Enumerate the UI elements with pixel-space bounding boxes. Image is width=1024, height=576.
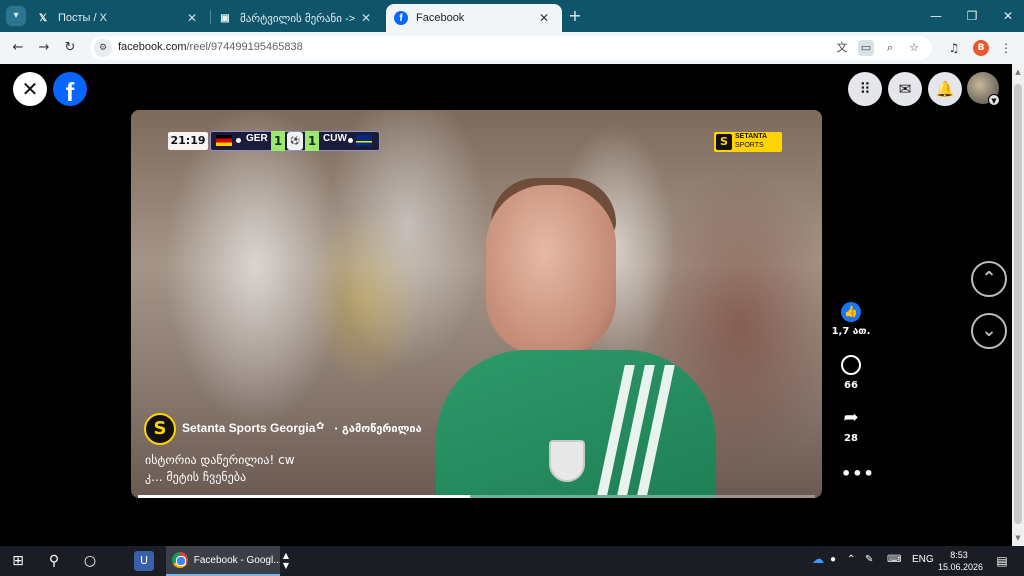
profile-avatar-button[interactable]: B [973, 40, 989, 56]
like-icon[interactable]: 👍 [841, 302, 861, 322]
match-clock: 21:19 [168, 132, 208, 150]
notifications-bell-icon[interactable]: 🔔 [928, 72, 962, 106]
more-options-icon[interactable]: ••• [841, 464, 874, 483]
back-button[interactable]: ← [8, 38, 28, 58]
taskbar-app-label: Facebook - Googl... [193, 554, 280, 566]
broadcaster-line1: SETANTA [735, 133, 768, 140]
away-team: CUW [323, 133, 347, 144]
account-caret-icon[interactable]: ▼ [988, 94, 1000, 106]
language-indicator[interactable]: ENG [912, 554, 934, 565]
close-reel-button[interactable]: ✕ [13, 72, 47, 106]
caption-line1: ისტორია დაწერილია! cw [145, 453, 295, 467]
scroll-up-arrow-icon[interactable]: ▲ [1014, 68, 1022, 76]
broadcaster-line2: SPORTS [735, 142, 764, 149]
restore-button[interactable]: ❐ [952, 0, 992, 32]
messenger-icon[interactable]: ✉ [888, 72, 922, 106]
reload-button[interactable]: ↻ [60, 38, 80, 58]
chrome-icon [172, 552, 188, 568]
home-score: 1 [271, 131, 285, 151]
x-icon: 𝕏 [38, 12, 48, 24]
pen-icon[interactable]: ✎ [865, 554, 873, 565]
scroll-thumb[interactable] [1014, 84, 1022, 524]
comment-count: 66 [844, 380, 858, 391]
tab-facebook[interactable]: f Facebook ✕ [386, 4, 562, 32]
tab-close-icon[interactable]: ✕ [536, 11, 552, 25]
channel-avatar[interactable]: S [144, 413, 176, 445]
forward-button[interactable]: → [34, 38, 54, 58]
scroll-down-arrow-icon[interactable]: ▼ [1014, 534, 1022, 542]
curacao-flag-icon [356, 135, 372, 146]
tab-close-icon[interactable]: ✕ [358, 11, 374, 25]
site-info-icon[interactable]: ⚙ [94, 39, 112, 57]
windows-taskbar: ⊞ ⚲ ○ U Facebook - Googl... ▲ ▼ ☁ ● ⌃ ✎ ⌨… [0, 546, 1024, 576]
tab-title: Посты / X [58, 12, 107, 24]
onedrive-icon[interactable]: ☁ [812, 552, 824, 566]
tab-close-icon[interactable]: ✕ [184, 11, 200, 25]
tab-title: Facebook [416, 12, 465, 24]
next-reel-button[interactable]: ⌄ [971, 313, 1007, 349]
translate-icon[interactable]: 文 [834, 40, 850, 56]
verified-badge-icon: ✿ [316, 421, 325, 432]
notification-center-icon[interactable]: ▤ [992, 551, 1012, 571]
caption-see-more[interactable]: კ... მეტის ჩვენება [145, 470, 246, 484]
url-text[interactable]: facebook.com/reel/974499195465838 [118, 41, 303, 53]
app-icon[interactable]: U [134, 551, 154, 571]
facebook-logo-icon[interactable]: f [53, 72, 87, 107]
video-progress-fill [138, 495, 470, 498]
comment-icon[interactable] [841, 355, 861, 375]
team-dot [236, 138, 241, 143]
away-score: 1 [305, 131, 319, 151]
search-icon[interactable]: ⚲ [44, 551, 64, 571]
germany-flag-icon [216, 135, 232, 146]
player-head [486, 185, 616, 355]
taskbar-chrome-app[interactable]: Facebook - Googl... [166, 546, 280, 576]
menu-icon[interactable]: ⋮ [996, 38, 1016, 58]
tab-martvili[interactable]: ▣ მარტვილის მერანი -> თბილ ✕ [210, 4, 384, 32]
clock-date: 15.06.2026 [938, 562, 984, 572]
page-icon: ▣ [220, 12, 230, 24]
task-view-icon[interactable]: ○ [80, 551, 100, 571]
like-count: 1,7 ათ. [831, 326, 871, 337]
keyboard-icon[interactable]: ⌨ [887, 554, 901, 565]
address-bar[interactable]: ⚙ facebook.com/reel/974499195465838 文 ▭ … [90, 36, 932, 60]
url-host: facebook.com [118, 41, 187, 53]
minimize-button[interactable]: — [916, 0, 956, 32]
tray-chevron-icon[interactable]: ⌃ [847, 554, 855, 565]
team-crest [549, 440, 585, 482]
clock[interactable]: 8:53 15.06.2026 [938, 549, 984, 573]
clock-time: 8:53 [950, 550, 968, 560]
team-dot [348, 138, 353, 143]
reel-video[interactable] [131, 110, 822, 498]
tab-search-button[interactable]: ▾ [6, 6, 26, 26]
bookmark-star-icon[interactable]: ☆ [906, 40, 922, 56]
taskbar-scroll-icon[interactable]: ▲ ▼ [280, 551, 292, 571]
tournament-logo-icon: ⚽ [287, 132, 303, 150]
tab-title: მარტვილის მერანი -> თბილ [240, 12, 358, 25]
channel-name[interactable]: Setanta Sports Georgia [182, 421, 315, 435]
setanta-logo-icon: S [716, 134, 732, 150]
menu-grid-icon[interactable]: ⠿ [848, 72, 882, 106]
zoom-icon[interactable]: ⌕ [882, 40, 898, 56]
sync-icon[interactable]: ● [830, 554, 836, 565]
video-progress-bar[interactable] [138, 495, 815, 498]
windows-start-icon[interactable]: ⊞ [8, 551, 28, 571]
facebook-icon: f [394, 11, 408, 25]
tab-x[interactable]: 𝕏 Посты / X ✕ [28, 4, 210, 32]
url-path: /reel/974499195465838 [186, 41, 303, 53]
broadcaster-text: SETANTA SPORTS [735, 132, 785, 150]
follow-status[interactable]: · გამოწერილია [334, 422, 422, 435]
home-team: GER [246, 133, 268, 144]
previous-reel-button[interactable]: ⌃ [971, 261, 1007, 297]
browser-toolbar: ← → ↻ ⚙ facebook.com/reel/97449919546583… [0, 32, 1024, 64]
install-app-icon[interactable]: ▭ [858, 40, 874, 56]
new-tab-button[interactable]: + [566, 7, 584, 25]
share-count: 28 [844, 433, 858, 444]
share-icon[interactable]: ➦ [841, 408, 861, 428]
browser-tab-strip: ▾ 𝕏 Посты / X ✕ ▣ მარტვილის მერანი -> თბ… [0, 0, 1024, 32]
window-close-button[interactable]: ✕ [988, 0, 1024, 32]
media-control-icon[interactable]: ♫ [944, 38, 964, 58]
page-scrollbar[interactable]: ▲ ▼ [1012, 64, 1024, 546]
